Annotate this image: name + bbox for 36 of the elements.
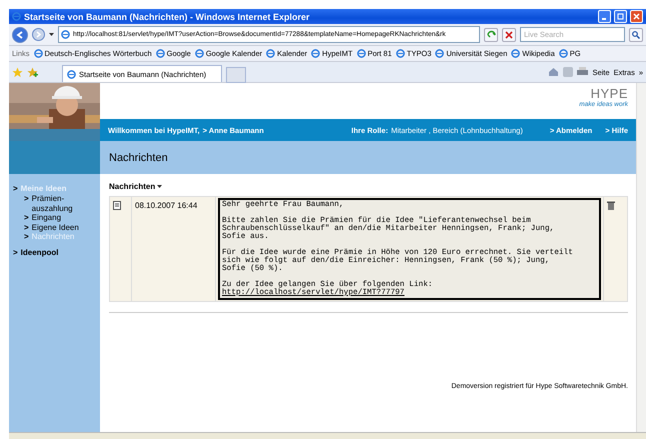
bullet-marker: > [13,248,18,256]
document-icon[interactable] [113,201,121,210]
back-button[interactable] [12,26,28,42]
window-title: Startseite von Baumann (Nachrichten) - Windows Internet Explorer [24,12,310,22]
bullet-marker: > [24,232,29,241]
trash-icon[interactable] [607,201,615,210]
caret-icon[interactable] [157,184,162,188]
forward-button[interactable] [32,28,45,41]
refresh-button[interactable] [484,28,498,42]
minimize-button[interactable] [598,10,611,23]
add-favorite-icon[interactable] [27,66,38,78]
sidebar-subitem[interactable]: Prämien- auszahlung [32,194,73,213]
refresh-icon [486,30,496,39]
scrollbar[interactable] [636,83,646,432]
page-heading: Nachrichten [100,141,636,174]
sidebar-subitem[interactable]: Eigene Ideen [32,222,79,232]
close-button[interactable] [630,10,643,23]
stop-icon [505,30,513,38]
bullet-marker: > [13,184,18,193]
home-icon[interactable] [548,67,560,77]
close-icon [633,13,640,20]
sidebar-subitem[interactable]: Eingang [32,213,62,222]
search-button[interactable] [629,28,643,42]
bullet-marker: > [24,194,29,203]
bullet-marker: > [24,213,29,222]
caret-icon[interactable] [49,32,54,36]
star-icon[interactable] [12,66,23,78]
sidebar-item[interactable]: Ideenpool [20,248,58,256]
date-cell: 08.10.2007 16:44 [132,197,216,301]
maximize-button[interactable] [614,10,627,23]
search-icon [632,30,640,38]
printer-icon[interactable] [577,67,588,77]
bullet-marker: > [24,222,29,232]
maximize-icon [617,13,624,20]
stop-button[interactable] [502,28,516,42]
section-title[interactable]: Nachrichten [109,182,636,191]
